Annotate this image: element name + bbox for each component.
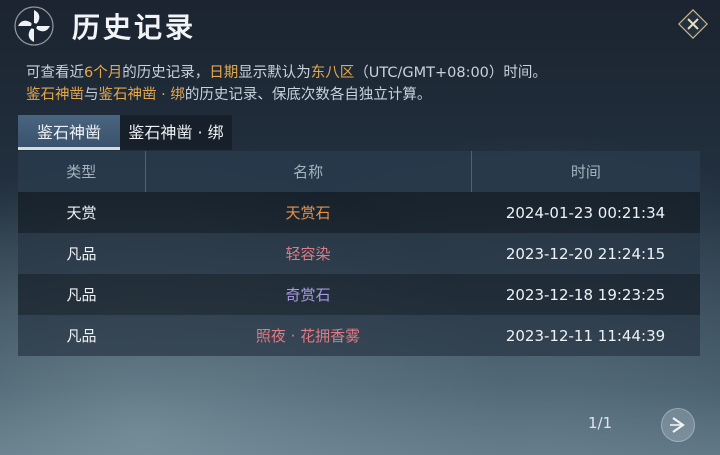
info-text: 可查看近6个月的历史记录，日期显示默认为东八区（UTC/GMT+08:00）时间… (26, 62, 706, 106)
info-line-2: 鉴石神凿与鉴石神凿 · 绑的历史记录、保底次数各自独立计算。 (26, 84, 706, 106)
info-text-part: 的历史记录、保底次数各自独立计算。 (184, 87, 432, 103)
pool2-highlight: 鉴石神凿 · 绑 (98, 87, 185, 103)
info-line-1: 可查看近6个月的历史记录，日期显示默认为东八区（UTC/GMT+08:00）时间… (26, 62, 706, 84)
pinwheel-logo-icon (14, 6, 54, 46)
column-header-type: 类型 (18, 151, 146, 192)
info-text-part: 与 (84, 87, 99, 103)
close-icon (678, 9, 708, 39)
table-row: 凡品 奇赏石 2023-12-18 19:23:25 (18, 274, 700, 315)
tab-pool[interactable]: 鉴石神凿 (18, 115, 120, 150)
info-text-part: 的历史记录， (122, 65, 210, 81)
close-button[interactable] (676, 7, 710, 41)
row-time: 2024-01-23 00:21:34 (505, 203, 666, 222)
row-type: 天赏 (66, 204, 97, 222)
row-type: 凡品 (66, 286, 97, 304)
table-row: 天赏 天赏石 2024-01-23 00:21:34 (18, 192, 700, 233)
tab-pool-bound[interactable]: 鉴石神凿 · 绑 (120, 115, 232, 150)
row-name: 天赏石 (285, 204, 331, 222)
next-page-button[interactable] (661, 408, 695, 442)
info-text-part: （UTC/GMT+08:00）时间。 (354, 65, 547, 81)
row-name: 奇赏石 (285, 286, 331, 304)
row-name: 照夜 · 花拥香雾 (255, 327, 361, 345)
table-row: 凡品 照夜 · 花拥香雾 2023-12-11 11:44:39 (18, 315, 700, 356)
history-table: 类型 名称 时间 天赏 天赏石 2024-01-23 00:21:34 凡品 轻… (18, 151, 700, 356)
column-header-name: 名称 (146, 151, 472, 192)
page-title: 历史记录 (72, 11, 197, 44)
row-time: 2023-12-11 11:44:39 (505, 326, 666, 345)
chevron-right-icon (670, 417, 685, 433)
pool1-highlight: 鉴石神凿 (26, 87, 84, 103)
zone-highlight: 东八区 (310, 65, 355, 81)
page-indicator: 1/1 (588, 414, 613, 432)
row-type: 凡品 (66, 245, 97, 263)
table-header: 类型 名称 时间 (18, 151, 700, 192)
tab-bar: 鉴石神凿 鉴石神凿 · 绑 (18, 115, 232, 150)
months-highlight: 6个月 (84, 65, 123, 81)
row-time: 2023-12-20 21:24:15 (505, 244, 666, 263)
table-row: 凡品 轻容染 2023-12-20 21:24:15 (18, 233, 700, 274)
row-type: 凡品 (66, 327, 97, 345)
info-text-part: 显示默认为 (238, 65, 311, 81)
info-text-part: 可查看近 (26, 65, 84, 81)
date-highlight: 日期 (209, 65, 239, 81)
column-header-time: 时间 (570, 163, 601, 181)
row-name: 轻容染 (285, 245, 331, 263)
row-time: 2023-12-18 19:23:25 (505, 285, 666, 304)
